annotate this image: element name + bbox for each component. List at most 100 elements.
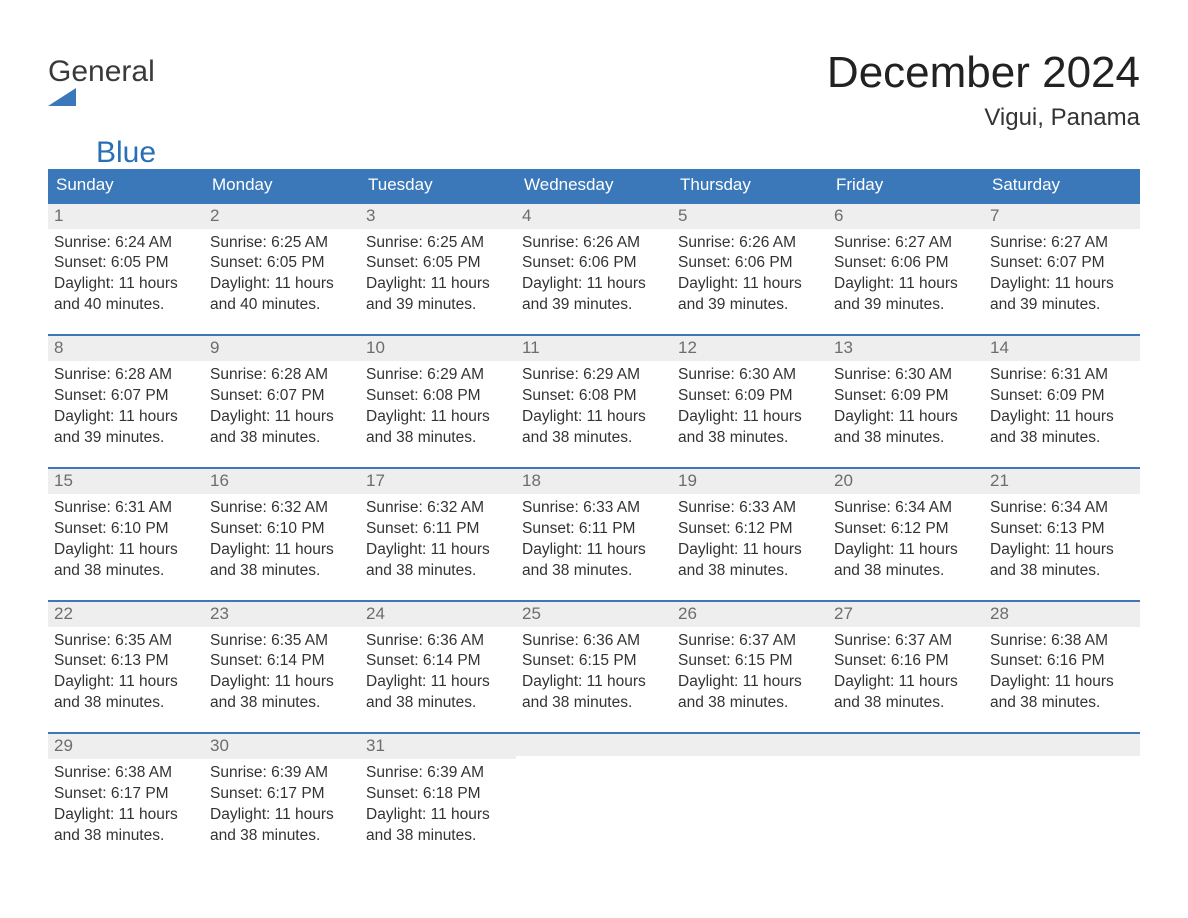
sunset-text: Sunset: 6:07 PM [990, 253, 1134, 274]
daylight-text: Daylight: 11 hours and 39 minutes. [678, 274, 822, 316]
sunset-text: Sunset: 6:06 PM [834, 253, 978, 274]
sunrise-text: Sunrise: 6:36 AM [522, 631, 666, 652]
sunset-text: Sunset: 6:12 PM [678, 519, 822, 540]
daylight-text: Daylight: 11 hours and 39 minutes. [834, 274, 978, 316]
sunset-text: Sunset: 6:17 PM [54, 784, 198, 805]
calendar-day: 6Sunrise: 6:27 AMSunset: 6:06 PMDaylight… [828, 203, 984, 336]
sunrise-text: Sunrise: 6:30 AM [834, 365, 978, 386]
day-info: Sunrise: 6:30 AMSunset: 6:09 PMDaylight:… [828, 361, 984, 449]
day-header: Sunday [48, 169, 204, 203]
daylight-text: Daylight: 11 hours and 38 minutes. [210, 805, 354, 847]
day-header: Thursday [672, 169, 828, 203]
sunrise-text: Sunrise: 6:35 AM [54, 631, 198, 652]
sunrise-text: Sunrise: 6:26 AM [678, 233, 822, 254]
calendar-day: 5Sunrise: 6:26 AMSunset: 6:06 PMDaylight… [672, 203, 828, 336]
day-number: 10 [360, 336, 516, 361]
daylight-text: Daylight: 11 hours and 38 minutes. [54, 805, 198, 847]
day-header: Saturday [984, 169, 1140, 203]
sunset-text: Sunset: 6:08 PM [366, 386, 510, 407]
day-info: Sunrise: 6:25 AMSunset: 6:05 PMDaylight:… [360, 229, 516, 317]
day-info: Sunrise: 6:32 AMSunset: 6:11 PMDaylight:… [360, 494, 516, 582]
day-info: Sunrise: 6:24 AMSunset: 6:05 PMDaylight:… [48, 229, 204, 317]
daylight-text: Daylight: 11 hours and 38 minutes. [210, 540, 354, 582]
calendar-day: 2Sunrise: 6:25 AMSunset: 6:05 PMDaylight… [204, 203, 360, 336]
sunrise-text: Sunrise: 6:31 AM [54, 498, 198, 519]
sunset-text: Sunset: 6:05 PM [210, 253, 354, 274]
daylight-text: Daylight: 11 hours and 39 minutes. [366, 274, 510, 316]
calendar-page: General Blue December 2024 Vigui, Panama… [0, 0, 1188, 918]
day-info: Sunrise: 6:25 AMSunset: 6:05 PMDaylight:… [204, 229, 360, 317]
day-number: 15 [48, 469, 204, 494]
calendar-day: 21Sunrise: 6:34 AMSunset: 6:13 PMDayligh… [984, 468, 1140, 601]
sunrise-text: Sunrise: 6:28 AM [210, 365, 354, 386]
daylight-text: Daylight: 11 hours and 39 minutes. [990, 274, 1134, 316]
calendar-day: 25Sunrise: 6:36 AMSunset: 6:15 PMDayligh… [516, 601, 672, 734]
day-number: 7 [984, 204, 1140, 229]
sunrise-text: Sunrise: 6:25 AM [366, 233, 510, 254]
sunrise-text: Sunrise: 6:32 AM [210, 498, 354, 519]
day-header: Wednesday [516, 169, 672, 203]
sunrise-text: Sunrise: 6:37 AM [678, 631, 822, 652]
daylight-text: Daylight: 11 hours and 38 minutes. [210, 672, 354, 714]
day-info: Sunrise: 6:37 AMSunset: 6:15 PMDaylight:… [672, 627, 828, 715]
day-number: 24 [360, 602, 516, 627]
day-number: 12 [672, 336, 828, 361]
daylight-text: Daylight: 11 hours and 38 minutes. [990, 540, 1134, 582]
daylight-text: Daylight: 11 hours and 38 minutes. [366, 540, 510, 582]
calendar-week: 29Sunrise: 6:38 AMSunset: 6:17 PMDayligh… [48, 733, 1140, 865]
day-info: Sunrise: 6:38 AMSunset: 6:17 PMDaylight:… [48, 759, 204, 847]
daylight-text: Daylight: 11 hours and 39 minutes. [522, 274, 666, 316]
day-number: 31 [360, 734, 516, 759]
day-info: Sunrise: 6:33 AMSunset: 6:12 PMDaylight:… [672, 494, 828, 582]
sunset-text: Sunset: 6:15 PM [522, 651, 666, 672]
day-number: 14 [984, 336, 1140, 361]
daylight-text: Daylight: 11 hours and 38 minutes. [54, 672, 198, 714]
day-info: Sunrise: 6:26 AMSunset: 6:06 PMDaylight:… [672, 229, 828, 317]
daylight-text: Daylight: 11 hours and 38 minutes. [522, 672, 666, 714]
daylight-text: Daylight: 11 hours and 38 minutes. [678, 540, 822, 582]
sunrise-text: Sunrise: 6:38 AM [990, 631, 1134, 652]
sunset-text: Sunset: 6:09 PM [990, 386, 1134, 407]
day-info: Sunrise: 6:37 AMSunset: 6:16 PMDaylight:… [828, 627, 984, 715]
day-info: Sunrise: 6:39 AMSunset: 6:17 PMDaylight:… [204, 759, 360, 847]
day-info: Sunrise: 6:28 AMSunset: 6:07 PMDaylight:… [204, 361, 360, 449]
day-info: Sunrise: 6:32 AMSunset: 6:10 PMDaylight:… [204, 494, 360, 582]
calendar-header: SundayMondayTuesdayWednesdayThursdayFrid… [48, 169, 1140, 203]
daylight-text: Daylight: 11 hours and 40 minutes. [210, 274, 354, 316]
calendar-day: 24Sunrise: 6:36 AMSunset: 6:14 PMDayligh… [360, 601, 516, 734]
sunset-text: Sunset: 6:09 PM [678, 386, 822, 407]
sunrise-text: Sunrise: 6:29 AM [366, 365, 510, 386]
sunset-text: Sunset: 6:05 PM [54, 253, 198, 274]
day-info: Sunrise: 6:26 AMSunset: 6:06 PMDaylight:… [516, 229, 672, 317]
daylight-text: Daylight: 11 hours and 38 minutes. [834, 540, 978, 582]
day-number: 5 [672, 204, 828, 229]
day-info: Sunrise: 6:35 AMSunset: 6:13 PMDaylight:… [48, 627, 204, 715]
calendar-week: 8Sunrise: 6:28 AMSunset: 6:07 PMDaylight… [48, 335, 1140, 468]
calendar-table: SundayMondayTuesdayWednesdayThursdayFrid… [48, 169, 1140, 865]
day-info: Sunrise: 6:29 AMSunset: 6:08 PMDaylight:… [516, 361, 672, 449]
sunset-text: Sunset: 6:16 PM [834, 651, 978, 672]
brand-text: General Blue [48, 56, 156, 169]
sunrise-text: Sunrise: 6:33 AM [678, 498, 822, 519]
day-number: 1 [48, 204, 204, 229]
daylight-text: Daylight: 11 hours and 38 minutes. [366, 805, 510, 847]
day-number: 27 [828, 602, 984, 627]
day-header: Monday [204, 169, 360, 203]
calendar-day: 22Sunrise: 6:35 AMSunset: 6:13 PMDayligh… [48, 601, 204, 734]
calendar-day: 10Sunrise: 6:29 AMSunset: 6:08 PMDayligh… [360, 335, 516, 468]
day-info: Sunrise: 6:31 AMSunset: 6:09 PMDaylight:… [984, 361, 1140, 449]
day-number: 2 [204, 204, 360, 229]
sunrise-text: Sunrise: 6:30 AM [678, 365, 822, 386]
day-info: Sunrise: 6:36 AMSunset: 6:15 PMDaylight:… [516, 627, 672, 715]
calendar-day: 16Sunrise: 6:32 AMSunset: 6:10 PMDayligh… [204, 468, 360, 601]
calendar-day: 9Sunrise: 6:28 AMSunset: 6:07 PMDaylight… [204, 335, 360, 468]
daylight-text: Daylight: 11 hours and 38 minutes. [678, 672, 822, 714]
sunrise-text: Sunrise: 6:29 AM [522, 365, 666, 386]
sunset-text: Sunset: 6:16 PM [990, 651, 1134, 672]
sunset-text: Sunset: 6:10 PM [54, 519, 198, 540]
day-number: 30 [204, 734, 360, 759]
day-info: Sunrise: 6:34 AMSunset: 6:13 PMDaylight:… [984, 494, 1140, 582]
day-info: Sunrise: 6:39 AMSunset: 6:18 PMDaylight:… [360, 759, 516, 847]
sunset-text: Sunset: 6:07 PM [54, 386, 198, 407]
day-number: 18 [516, 469, 672, 494]
